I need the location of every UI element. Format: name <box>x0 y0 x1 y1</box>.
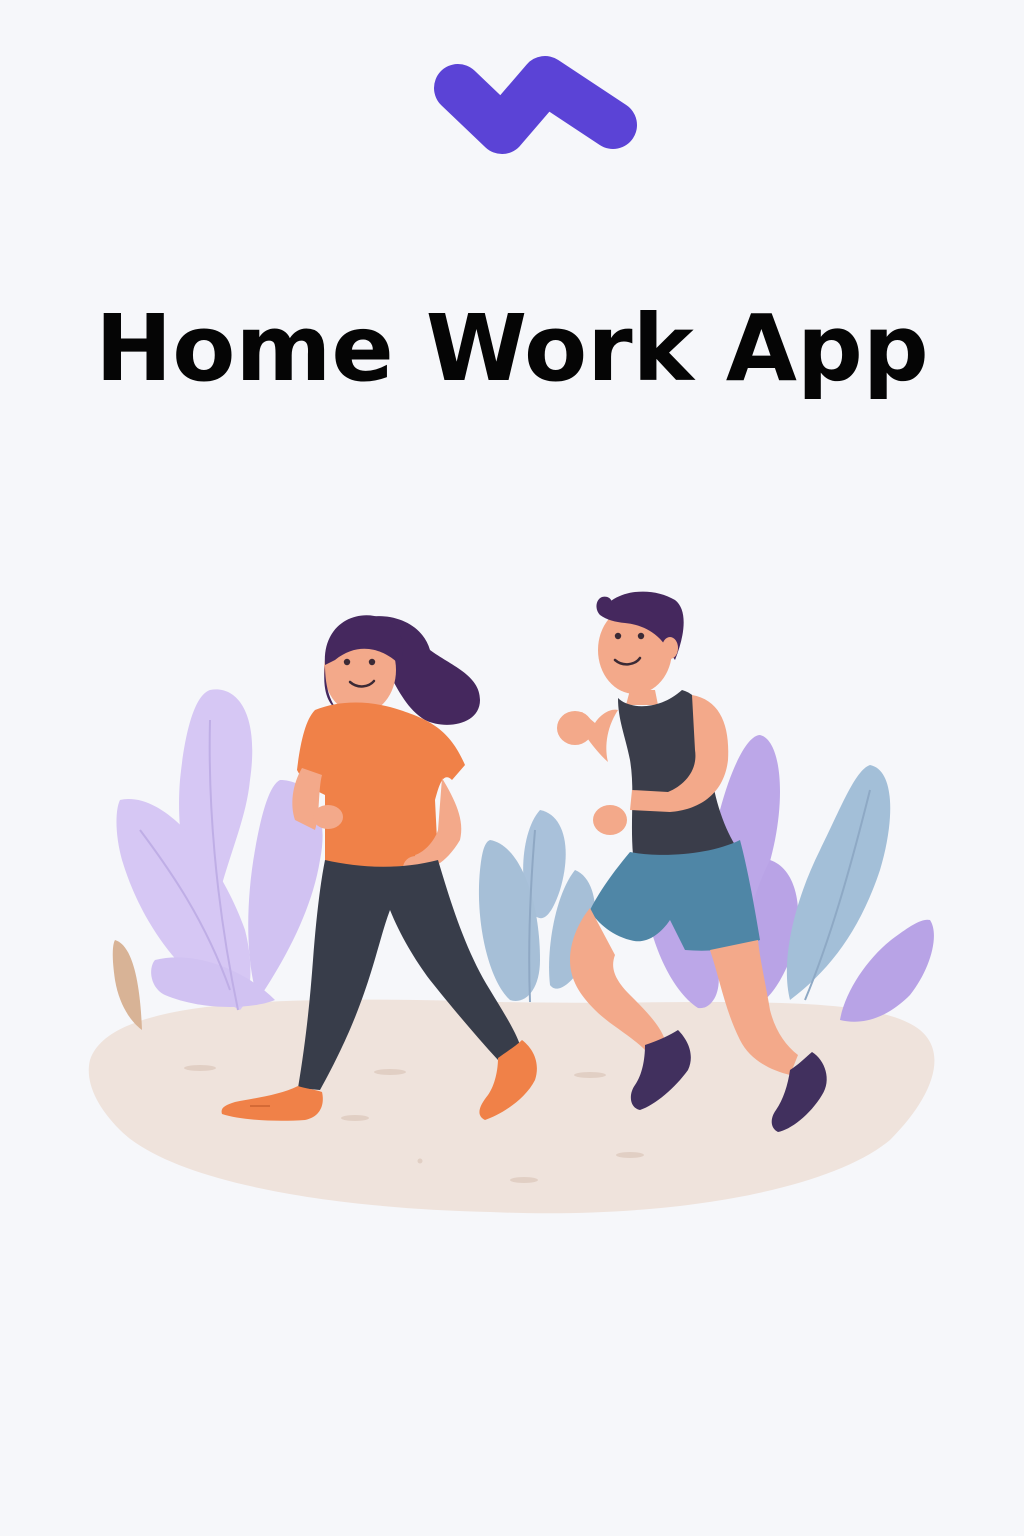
twig-decoration <box>112 940 142 1030</box>
splash-screen: Home Work App <box>0 0 1024 1536</box>
brand-wave-logo-icon <box>434 56 637 154</box>
left-plant <box>116 689 323 1011</box>
joggers-illustration <box>88 591 935 1214</box>
app-title: Home Work App <box>95 295 929 402</box>
right-plant-blue <box>786 765 934 1022</box>
